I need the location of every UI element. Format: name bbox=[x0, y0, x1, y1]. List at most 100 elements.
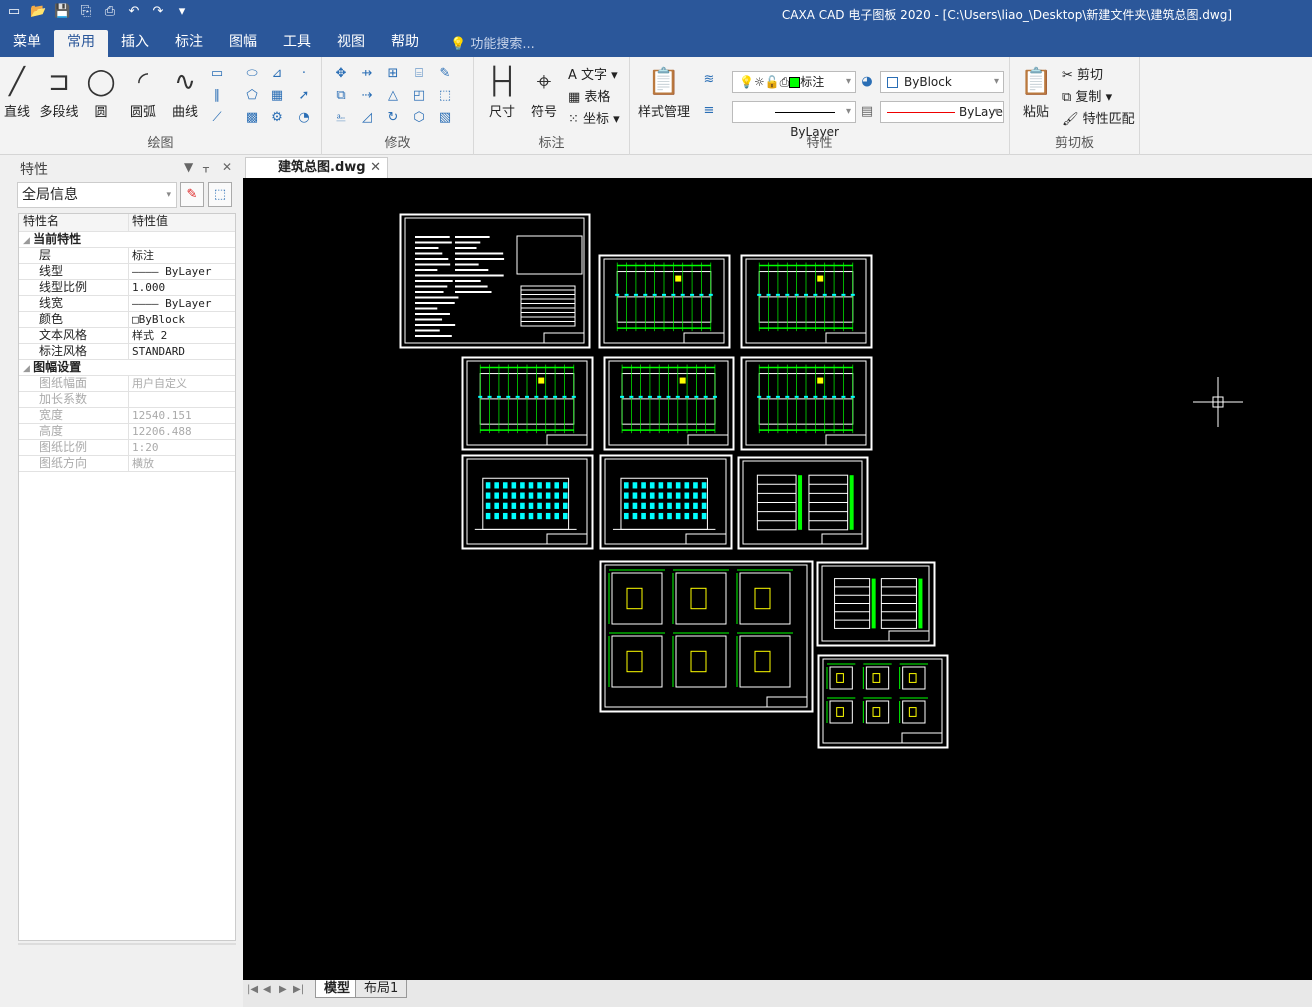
move-icon[interactable]: ✥ bbox=[332, 65, 350, 83]
coordinate-button[interactable]: ⁙ 坐标 ▾ bbox=[568, 108, 620, 127]
panel-menu-icon[interactable]: ▼ bbox=[184, 160, 193, 174]
rotate-icon[interactable]: ↻ bbox=[384, 109, 402, 127]
property-row[interactable]: 加长系数 bbox=[19, 392, 235, 408]
drawing-sheet[interactable] bbox=[737, 456, 869, 550]
customize-icon[interactable]: ▾ bbox=[174, 4, 190, 20]
chamfer-icon[interactable]: ◿ bbox=[358, 109, 376, 127]
pin-icon[interactable]: ᚁ bbox=[203, 160, 209, 174]
dimension-curve-icon[interactable]: ⊿ bbox=[268, 65, 286, 83]
tab-home[interactable]: 常用 bbox=[54, 30, 108, 57]
clear-selection-icon[interactable]: ✎ bbox=[180, 182, 204, 207]
tab-sheet[interactable]: 图幅 bbox=[216, 30, 270, 57]
drawing-sheet[interactable] bbox=[599, 560, 814, 713]
category-current[interactable]: ◢ 当前特性 bbox=[19, 232, 235, 248]
table-button[interactable]: ▦ 表格 bbox=[568, 86, 610, 105]
property-value[interactable]: STANDARD bbox=[129, 344, 235, 359]
array-icon[interactable]: ⊞ bbox=[384, 65, 402, 83]
save-as-icon[interactable]: ⎘ bbox=[78, 4, 94, 20]
tab-view[interactable]: 视图 bbox=[324, 30, 378, 57]
stretch-icon[interactable]: ⌸ bbox=[410, 65, 428, 83]
explode-icon[interactable]: ⬡ bbox=[410, 109, 428, 127]
line-button[interactable]: ╱ 直线 bbox=[2, 63, 32, 120]
area-icon[interactable]: ◔ bbox=[295, 109, 313, 127]
lineweight-icon[interactable]: ▤ bbox=[858, 103, 876, 121]
lineweight-list-icon[interactable]: ≡ bbox=[700, 102, 718, 120]
property-row[interactable]: 高度 12206.488 bbox=[19, 424, 235, 440]
circle-button[interactable]: ◯ 圆 bbox=[86, 63, 116, 120]
tab-tools[interactable]: 工具 bbox=[270, 30, 324, 57]
drawing-sheet[interactable] bbox=[817, 654, 949, 749]
polyline-button[interactable]: ⊐ 多段线 bbox=[38, 63, 80, 120]
property-row[interactable]: 图纸比例 1:20 bbox=[19, 440, 235, 456]
next-layout-icon[interactable]: ▶ bbox=[279, 984, 287, 995]
extend-icon[interactable]: ⇢ bbox=[358, 87, 376, 105]
copy-object-icon[interactable]: ⧉ bbox=[332, 87, 350, 105]
last-layout-icon[interactable]: ▶| bbox=[293, 984, 304, 995]
tab-layout1[interactable]: 布局1 bbox=[355, 980, 408, 998]
property-value[interactable]: 样式 2 bbox=[129, 328, 235, 343]
object-selector[interactable]: 全局信息 ▾ bbox=[17, 182, 177, 208]
property-row[interactable]: 宽度 12540.151 bbox=[19, 408, 235, 424]
paste-button[interactable]: 📋 粘贴 bbox=[1020, 63, 1052, 120]
property-value[interactable]: 1.000 bbox=[129, 280, 235, 295]
trim-icon[interactable]: ⇸ bbox=[358, 65, 376, 83]
first-layout-icon[interactable]: |◀ bbox=[247, 984, 258, 995]
scale-icon[interactable]: ◰ bbox=[410, 87, 428, 105]
open-icon[interactable]: 📂 bbox=[30, 4, 46, 20]
property-row[interactable]: 层标注 bbox=[19, 248, 235, 264]
property-value[interactable]: 12540.151 bbox=[129, 408, 235, 423]
category-sheet[interactable]: ◢ 图幅设置 bbox=[19, 360, 235, 376]
dimension-button[interactable]: ├┤ 尺寸 bbox=[482, 63, 522, 120]
linetype-combo[interactable]: ByLayer bbox=[732, 101, 856, 139]
mirror-icon[interactable]: △ bbox=[384, 87, 402, 105]
layer-combo[interactable]: 💡☼🔓⎙ 标注 bbox=[732, 71, 856, 93]
save-icon[interactable]: 💾 bbox=[54, 4, 70, 20]
ellipse-icon[interactable]: ⬭ bbox=[243, 65, 261, 83]
color-combo[interactable]: ByBlock bbox=[880, 71, 1004, 93]
drawing-sheet[interactable] bbox=[603, 356, 735, 451]
drawing-sheet[interactable] bbox=[461, 356, 594, 451]
drawing-sheet[interactable] bbox=[598, 254, 731, 349]
close-tab-icon[interactable]: ✕ bbox=[370, 158, 381, 178]
edit-hatch-icon[interactable]: ▧ bbox=[436, 109, 454, 127]
property-row[interactable]: 标注风格 STANDARD bbox=[19, 344, 235, 360]
property-row[interactable]: 线型比例 1.000 bbox=[19, 280, 235, 296]
erase-icon[interactable]: ✎ bbox=[436, 65, 454, 83]
new-icon[interactable]: ▭ bbox=[6, 4, 22, 20]
property-value[interactable]: □ByBlock bbox=[129, 312, 235, 327]
print-icon[interactable]: ⎙ bbox=[102, 4, 118, 20]
match-properties-button[interactable]: 🖌 特性匹配 bbox=[1062, 108, 1135, 127]
leader-icon[interactable]: ➚ bbox=[295, 87, 313, 105]
property-value[interactable]: 用户自定义 bbox=[129, 376, 235, 391]
drawing-sheet[interactable] bbox=[599, 454, 733, 550]
redo-icon[interactable]: ↷ bbox=[150, 4, 166, 20]
drawing-sheet[interactable] bbox=[461, 454, 594, 550]
property-row[interactable]: 文本风格 样式 2 bbox=[19, 328, 235, 344]
property-value[interactable]: 1:20 bbox=[129, 440, 235, 455]
property-row[interactable]: 线型 ———— ByLayer bbox=[19, 264, 235, 280]
property-value[interactable]: ———— ByLayer bbox=[129, 296, 235, 311]
point-icon[interactable]: · bbox=[295, 65, 313, 83]
property-value[interactable] bbox=[129, 392, 235, 407]
tab-model[interactable]: 模型 bbox=[315, 980, 360, 998]
layer-state-icon[interactable]: ≋ bbox=[700, 71, 718, 89]
property-row[interactable]: 图纸方向 横放 bbox=[19, 456, 235, 472]
drawing-sheet[interactable] bbox=[740, 254, 873, 349]
property-row[interactable]: 颜色 □ByBlock bbox=[19, 312, 235, 328]
property-value[interactable]: 12206.488 bbox=[129, 424, 235, 439]
break-icon[interactable]: ⎁ bbox=[332, 109, 350, 127]
hatch-icon[interactable]: ▩ bbox=[243, 109, 261, 127]
tab-insert[interactable]: 插入 bbox=[108, 30, 162, 57]
text-button[interactable]: A 文字 ▾ bbox=[568, 64, 618, 83]
polygon-icon[interactable]: ⬠ bbox=[243, 87, 261, 105]
style-manager-button[interactable]: 📋 样式管理 bbox=[636, 63, 692, 120]
property-value[interactable]: 标注 bbox=[129, 248, 235, 263]
property-value[interactable]: 横放 bbox=[129, 456, 235, 471]
drawing-sheet[interactable] bbox=[399, 213, 591, 349]
rectangle-icon[interactable]: ▭ bbox=[208, 65, 226, 83]
cut-button[interactable]: ✂ 剪切 bbox=[1062, 64, 1103, 83]
drawing-canvas[interactable] bbox=[243, 178, 1312, 980]
prev-layout-icon[interactable]: ◀ bbox=[263, 984, 271, 995]
construction-line-icon[interactable]: ⟋ bbox=[208, 109, 226, 127]
tab-help[interactable]: 帮助 bbox=[378, 30, 432, 57]
